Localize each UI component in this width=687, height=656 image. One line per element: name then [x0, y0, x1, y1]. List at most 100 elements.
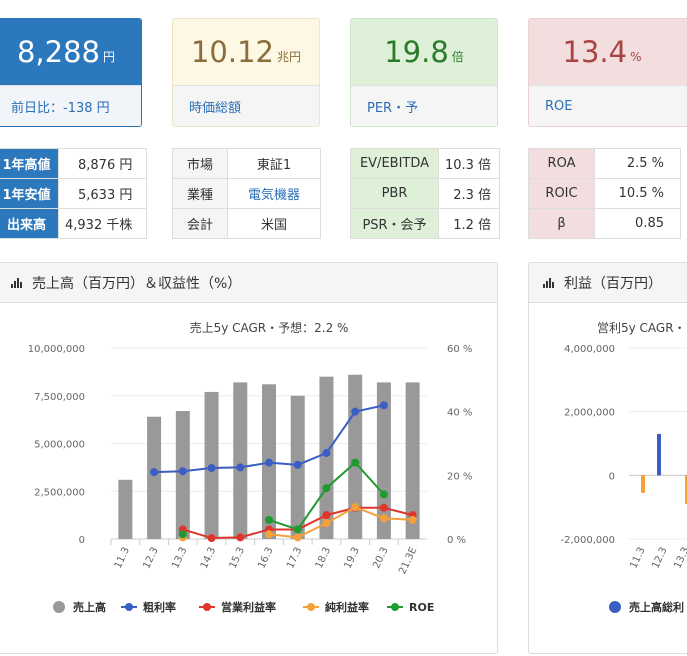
table-row: EV/EBITDA 10.3 倍: [350, 148, 501, 179]
y-tick-label: 5,000,000: [34, 440, 85, 451]
y-tick-label: 4,000,000: [564, 344, 615, 355]
y2-tick-label: 0 %: [447, 535, 466, 546]
price-change-label: 前日比：-138 円: [0, 85, 141, 126]
table-row: ROA 2.5 %: [528, 148, 681, 179]
data-point: [178, 530, 187, 539]
company-info-table: 市場 東証1 業種 電気機器 会計 米国: [172, 148, 321, 239]
data-point: [293, 525, 302, 534]
table-row: 会計 米国: [172, 208, 321, 239]
legend-marker: [125, 603, 133, 611]
table-value: 0.85: [594, 208, 681, 239]
industry-link[interactable]: 電気機器: [227, 178, 321, 209]
table-key: ROIC: [528, 178, 595, 209]
market-cap-card[interactable]: 10.12 兆円 時価総額: [172, 18, 320, 127]
roe-value-row: 13.4 %: [529, 19, 687, 85]
table-row: 1年安値 5,633 円: [0, 178, 148, 209]
table-value: 4,932 千株: [57, 208, 148, 239]
table-key: β: [528, 208, 595, 239]
roe-value: 13.4: [562, 35, 628, 69]
per-value: 19.8: [384, 35, 449, 69]
data-point: [150, 468, 159, 477]
x-tick-label: 18.3: [314, 546, 333, 571]
data-point: [322, 449, 331, 458]
market-cap-label[interactable]: 時価総額: [173, 85, 319, 126]
price-card[interactable]: 8,288 円 前日比：-138 円: [0, 18, 142, 127]
price-value-row: 8,288 円: [0, 19, 141, 85]
data-point: [322, 519, 331, 528]
data-point: [351, 458, 360, 467]
roe-card[interactable]: 13.4 % ROE: [528, 18, 687, 127]
data-point: [351, 503, 360, 512]
table-value: 10.3 倍: [437, 148, 501, 179]
data-point: [408, 515, 417, 524]
roe-label[interactable]: ROE: [529, 85, 687, 126]
valuation-table: EV/EBITDA 10.3 倍 PBR 2.3 倍 PSR・会予 1.2 倍: [350, 148, 501, 239]
data-point: [265, 530, 273, 539]
bar-chart-icon: [11, 277, 22, 288]
price-value: 8,288: [16, 35, 100, 69]
table-row: 出来高 4,932 千株: [0, 208, 148, 239]
sales-bar: [348, 374, 363, 539]
market-cap-value-row: 10.12 兆円: [173, 19, 319, 85]
price-unit: 円: [103, 50, 116, 64]
table-key: 1年安値: [0, 178, 59, 209]
chart-title: 営利5y CAGR・: [597, 321, 686, 335]
return-metrics-table: ROA 2.5 % ROIC 10.5 % β 0.85: [528, 148, 681, 239]
y-tick-label: 0: [79, 535, 85, 546]
table-key: 業種: [172, 178, 228, 209]
x-tick-label: 14.3: [199, 546, 218, 571]
legend-marker: [53, 601, 65, 613]
panel-title: 売上高（百万円）＆収益性（%）: [32, 275, 242, 292]
x-tick-label: 20.3: [371, 546, 390, 571]
y-tick-label: 10,000,000: [28, 344, 85, 355]
sales-bar: [233, 382, 248, 539]
legend-label: 売上高総利: [629, 600, 684, 614]
table-row: 業種 電気機器: [172, 178, 321, 209]
data-point: [207, 534, 216, 543]
legend-marker: [203, 603, 211, 611]
profit-bar: [657, 433, 661, 476]
table-value: 5,633 円: [57, 178, 148, 209]
table-key: 会計: [172, 208, 228, 239]
x-tick-label: 11.3: [113, 546, 132, 571]
table-row: 1年高値 8,876 円: [0, 148, 148, 179]
per-label[interactable]: PER・予: [351, 85, 497, 126]
profit-bar: [641, 475, 645, 493]
data-point: [379, 490, 388, 499]
roe-unit: %: [630, 49, 642, 64]
table-key: 1年高値: [0, 148, 59, 179]
panel-header: 売上高（百万円）＆収益性（%）: [0, 263, 497, 303]
y2-tick-label: 20 %: [447, 471, 472, 482]
x-tick-label: 13.3: [672, 546, 687, 571]
table-key: PSR・会予: [350, 208, 439, 239]
x-tick-label: 12.3: [141, 546, 160, 571]
data-point: [351, 407, 360, 416]
legend-label: 営業利益率: [221, 600, 276, 614]
data-point: [293, 460, 302, 469]
chart-title: 売上5y CAGR・予想：2.2 %: [190, 320, 349, 335]
table-row: PBR 2.3 倍: [350, 178, 501, 209]
legend-label: 売上高: [73, 600, 106, 614]
table-value: 東証1: [227, 148, 321, 179]
y-tick-label: 2,000,000: [564, 408, 615, 419]
data-point: [379, 514, 388, 523]
y-tick-label: -2,000,000: [560, 535, 615, 546]
data-point: [207, 464, 216, 473]
legend-label: 純利益率: [325, 600, 369, 614]
legend-marker: [609, 601, 621, 613]
per-card[interactable]: 19.8 倍 PER・予: [350, 18, 498, 127]
data-point: [265, 515, 273, 524]
per-unit: 倍: [451, 50, 464, 64]
table-row: β 0.85: [528, 208, 681, 239]
table-key: ROA: [528, 148, 595, 179]
data-point: [379, 401, 388, 410]
x-tick-label: 16.3: [256, 546, 275, 571]
table-key: 出来高: [0, 208, 59, 239]
x-tick-label: 13.3: [170, 546, 189, 571]
market-cap-unit: 兆円: [277, 50, 302, 64]
profit-chart: 営利5y CAGR・ 4,000,000 2,000,000 0 -2,000,000 1…: [560, 321, 687, 614]
table-value: 2.5 %: [594, 148, 681, 179]
table-key: 市場: [172, 148, 228, 179]
table-value: 8,876 円: [57, 148, 148, 179]
table-key: EV/EBITDA: [350, 148, 439, 179]
